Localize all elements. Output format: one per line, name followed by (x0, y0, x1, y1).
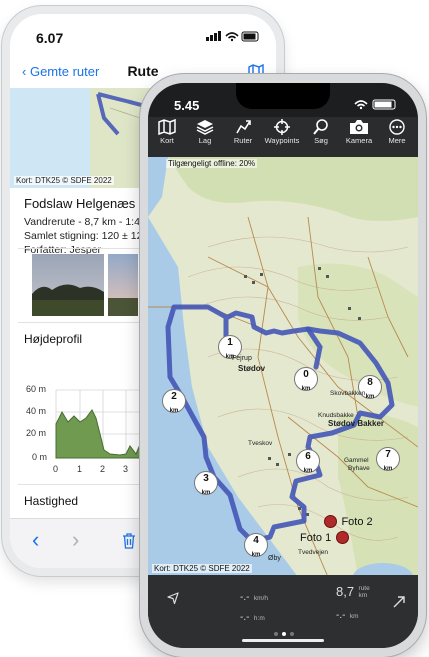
elevation-title: Højdeprofil (24, 332, 83, 346)
time-unit: h:m (253, 615, 265, 622)
stats-bar: -.- km/h -.- h:m 8,7 rute km -.- km (148, 575, 418, 648)
toolbar-label: Waypoints (264, 136, 300, 145)
place-label: Gammel (344, 457, 369, 464)
status-bar: 6.07 (10, 14, 276, 54)
km-marker[interactable]: 2 km (162, 389, 186, 414)
y-tick: 40 m (26, 406, 47, 416)
map-toolbar: Kort Lag Ruter Waypoints Søg Kamera Mere (148, 117, 418, 157)
notch (236, 83, 330, 109)
km-marker[interactable]: 7 km (376, 447, 400, 472)
km-marker[interactable]: 4 km (244, 533, 268, 558)
place-label: Tveskov (248, 440, 273, 447)
speed-unit: km/h (253, 595, 268, 602)
time-stat: -.- h:m (240, 607, 265, 625)
time-value: -.- (240, 612, 250, 623)
speed-value: -.- (240, 592, 250, 603)
distance-value: 8,7 (336, 584, 355, 599)
y-tick: 20 m (26, 428, 47, 438)
status-icons (206, 31, 259, 42)
toolbar-lag[interactable]: Lag (188, 119, 222, 145)
route-icon (236, 120, 251, 134)
photo-label: Foto 2 (341, 515, 373, 528)
route-name: Fodslaw Helgenæs (24, 196, 136, 211)
place-label: Skovbakken (330, 390, 366, 397)
page-dot (290, 632, 294, 636)
distance-stat: 8,7 rute km (336, 583, 373, 601)
map-graphic (148, 157, 418, 577)
place-label: Fejrup (232, 355, 252, 362)
toolbar-kort[interactable]: Kort (150, 119, 184, 145)
more-icon (389, 119, 405, 135)
x-tick: 2 (100, 464, 106, 474)
photo-marker[interactable]: Foto 1 (300, 529, 349, 547)
toolbar-waypoints[interactable]: Waypoints (262, 119, 302, 145)
front-phone-screen: 5.45 Kort Lag Ruter Waypoints Søg Kamera… (148, 83, 418, 648)
place-label: Øby (268, 555, 281, 562)
status-icons (354, 99, 396, 110)
pin-icon (335, 531, 349, 545)
topographic-map[interactable]: 0km 1km 2km 3km 4km 6km 7km 8km (148, 157, 418, 577)
toolbar-ruter[interactable]: Ruter (226, 119, 260, 145)
speed-title: Hastighed (24, 494, 79, 508)
remaining-value: -.- (336, 610, 346, 621)
place-label: Knudsbakke (318, 412, 354, 419)
navigate-arrow-icon[interactable] (392, 595, 406, 609)
km-marker[interactable]: 0 km (294, 367, 318, 392)
km-marker[interactable]: 3 km (194, 471, 218, 496)
toolbar-label: Kamera (345, 136, 373, 145)
page-dot (274, 632, 278, 636)
crosshair-icon (274, 119, 290, 135)
photo-label: Foto 1 (300, 531, 332, 544)
place-label: Stødov (238, 364, 266, 373)
toolbar-label: Kort (160, 136, 174, 145)
route-ascent: Samlet stigning: 120 ± 12 (24, 230, 143, 242)
route-summary: Vandrerute - 8,7 km - 1:4 (24, 216, 140, 228)
remaining-stat: -.- km (336, 605, 359, 623)
distance-unit: rute km (358, 584, 370, 599)
x-tick: 0 (53, 464, 59, 474)
pin-icon (324, 515, 337, 529)
x-tick: 1 (77, 464, 83, 474)
page-dot-active (282, 632, 286, 636)
status-time: 5.45 (174, 98, 200, 113)
place-label: Tvedvejen (298, 549, 328, 556)
chevron-right-icon[interactable]: › (72, 527, 79, 553)
home-indicator (242, 639, 324, 642)
place-label: Stødov Bakker (328, 419, 385, 428)
map-attribution: Kort: DTK25 © SDFE 2022 (14, 176, 114, 185)
toolbar-mere[interactable]: Mere (380, 119, 414, 145)
camera-icon (350, 120, 368, 134)
y-tick: 60 m (26, 384, 47, 394)
toolbar-sog[interactable]: Søg (304, 119, 338, 145)
toolbar-label: Søg (314, 136, 328, 145)
trash-icon[interactable] (122, 533, 136, 549)
chevron-left-icon[interactable]: ‹ (32, 527, 39, 553)
place-label: Byhave (348, 465, 370, 472)
toolbar-label: Lag (198, 136, 212, 145)
location-arrow-icon[interactable] (166, 591, 180, 605)
toolbar-label: Ruter (233, 136, 253, 145)
y-tick: 0 m (32, 452, 48, 462)
speed-stat: -.- km/h (240, 587, 268, 605)
toolbar-label: Mere (388, 136, 406, 145)
x-tick: 3 (123, 464, 129, 474)
search-icon (313, 119, 328, 135)
map-attribution: Kort: DTK25 © SDFE 2022 (152, 564, 252, 573)
offline-notice: Tilgængeligt offline: 20% (166, 159, 258, 168)
remaining-unit: km (349, 613, 359, 620)
layers-icon (196, 120, 214, 135)
km-marker[interactable]: 6 km (296, 449, 320, 474)
map-icon (158, 119, 176, 135)
front-phone: 5.45 Kort Lag Ruter Waypoints Søg Kamera… (140, 74, 426, 657)
toolbar-kamera[interactable]: Kamera (342, 119, 376, 145)
status-time: 6.07 (36, 30, 64, 46)
